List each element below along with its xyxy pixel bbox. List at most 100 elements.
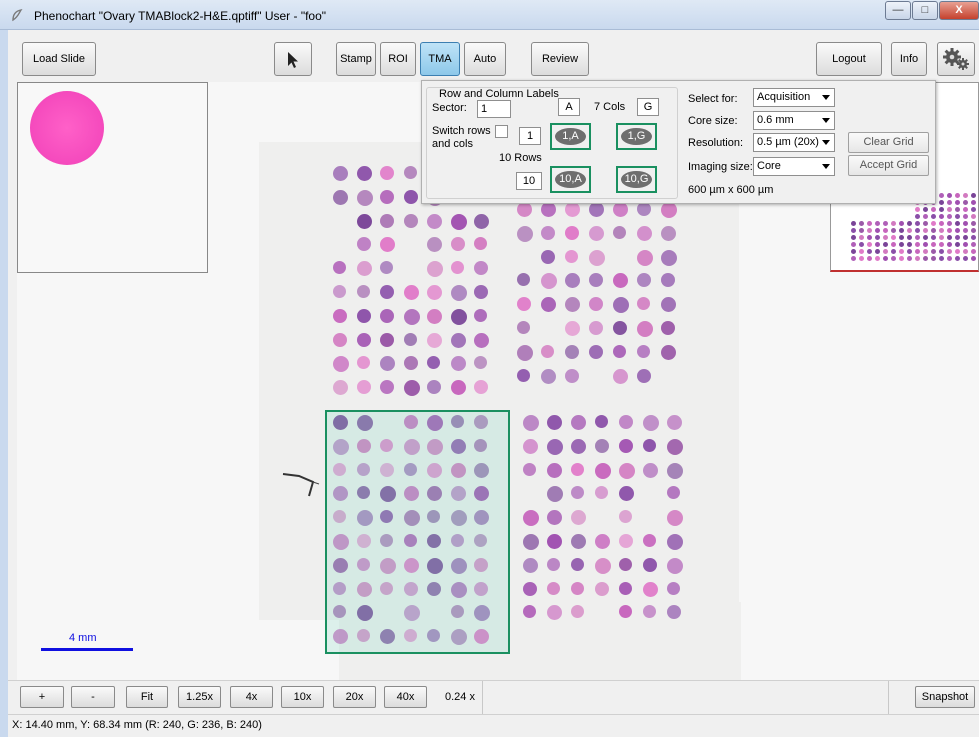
mini-core <box>955 214 960 219</box>
mini-core <box>859 256 864 261</box>
mini-core <box>963 242 968 247</box>
title-bar: Phenochart "Ovary TMABlock2-H&E.qptiff" … <box>0 0 979 30</box>
tissue-core <box>565 225 579 240</box>
mini-core <box>891 256 896 261</box>
resolution-dropdown[interactable]: 0.5 µm (20x) <box>753 133 835 152</box>
load-slide-button[interactable]: Load Slide <box>22 42 96 76</box>
tissue-core <box>571 581 584 595</box>
tissue-core <box>403 213 418 228</box>
mini-core <box>859 228 864 233</box>
zoom-1-25x-button[interactable]: 1.25x <box>178 686 221 708</box>
mini-core <box>907 235 912 240</box>
imaging-size-value: Core <box>757 160 781 172</box>
tissue-core <box>571 415 586 430</box>
minimize-button[interactable]: — <box>885 1 911 20</box>
maximize-button[interactable]: □ <box>912 1 938 20</box>
tissue-core <box>595 534 610 549</box>
zoom-10x-button[interactable]: 10x <box>281 686 324 708</box>
tissue-core <box>450 356 466 372</box>
zoom-4x-button[interactable]: 4x <box>230 686 273 708</box>
review-button[interactable]: Review <box>531 42 589 76</box>
zoom-20x-button[interactable]: 20x <box>333 686 376 708</box>
sector-input[interactable]: 1 <box>477 100 511 118</box>
mini-core <box>923 221 928 226</box>
snapshot-button[interactable]: Snapshot <box>915 686 975 708</box>
tissue-core <box>356 356 370 370</box>
tissue-core <box>661 344 676 360</box>
tissue-core <box>523 415 539 431</box>
mini-core <box>931 249 936 254</box>
overview-thumbnail[interactable] <box>17 82 208 273</box>
cursor-arrow-icon <box>288 52 298 68</box>
tissue-core <box>541 202 556 217</box>
tma-button[interactable]: TMA <box>420 42 460 76</box>
mini-core <box>907 221 912 226</box>
row-end-input[interactable]: 10 <box>516 172 542 190</box>
tissue-core <box>565 344 579 359</box>
tissue-core <box>356 285 370 298</box>
tissue-core <box>619 581 632 595</box>
zoom-fit-button[interactable]: Fit <box>126 686 168 708</box>
accept-grid-button[interactable]: Accept Grid <box>848 155 929 176</box>
mini-core <box>859 235 864 240</box>
mini-core <box>931 221 936 226</box>
auto-button[interactable]: Auto <box>464 42 506 76</box>
row-start-input[interactable]: 1 <box>519 127 541 145</box>
resolution-label: Resolution: <box>688 137 744 149</box>
corner-10g[interactable]: 10,G <box>616 166 657 193</box>
tissue-core <box>547 462 562 478</box>
col-start-input[interactable]: A <box>558 98 580 116</box>
settings-button[interactable] <box>937 42 975 76</box>
mini-core <box>955 207 960 212</box>
tissue-core <box>403 308 420 325</box>
tissue-core <box>613 344 626 358</box>
select-for-dropdown[interactable]: Acquisition <box>753 88 835 107</box>
scale-bar <box>41 648 133 651</box>
close-button[interactable]: X <box>939 1 979 20</box>
roi-button[interactable]: ROI <box>380 42 416 76</box>
mini-core <box>859 249 864 254</box>
tissue-core <box>667 534 683 550</box>
info-button[interactable]: Info <box>891 42 927 76</box>
mini-core <box>963 235 968 240</box>
chevron-down-icon <box>822 164 830 169</box>
tissue-core <box>450 308 467 325</box>
tissue-core <box>637 368 651 383</box>
tissue-core <box>403 332 417 346</box>
scale-bar-label: 4 mm <box>69 632 97 644</box>
mini-core <box>947 200 952 205</box>
mini-core <box>923 228 928 233</box>
tissue-core <box>541 368 556 384</box>
divider <box>888 681 889 715</box>
zoom-in-button[interactable]: + <box>20 686 64 708</box>
corner-10a[interactable]: 10,A <box>550 166 591 193</box>
mini-core <box>939 207 944 212</box>
logout-button[interactable]: Logout <box>816 42 882 76</box>
core-size-dropdown[interactable]: 0.6 mm <box>753 111 835 130</box>
tissue-core <box>356 261 372 277</box>
stamp-button[interactable]: Stamp <box>336 42 376 76</box>
tma-selection-box[interactable] <box>325 410 510 654</box>
mini-core <box>907 249 912 254</box>
mini-core <box>851 235 856 240</box>
tissue-core <box>356 166 372 181</box>
switch-rows-cols-checkbox[interactable] <box>495 125 508 138</box>
mini-core <box>931 256 936 261</box>
tissue-core <box>643 534 656 547</box>
zoom-40x-button[interactable]: 40x <box>384 686 427 708</box>
col-end-input[interactable]: G <box>637 98 659 116</box>
tissue-core <box>547 581 560 595</box>
pointer-tool-button[interactable] <box>274 42 312 76</box>
corner-1g[interactable]: 1,G <box>616 123 657 150</box>
mini-core <box>883 235 888 240</box>
tissue-core <box>523 534 539 550</box>
mini-core <box>963 228 968 233</box>
tissue-core <box>403 356 418 371</box>
zoom-out-button[interactable]: - <box>71 686 115 708</box>
tissue-core <box>667 557 683 574</box>
tissue-core <box>619 462 635 479</box>
clear-grid-button[interactable]: Clear Grid <box>848 132 929 153</box>
imaging-size-dropdown[interactable]: Core <box>753 157 835 176</box>
mini-core <box>915 214 920 219</box>
corner-1a[interactable]: 1,A <box>550 123 591 150</box>
